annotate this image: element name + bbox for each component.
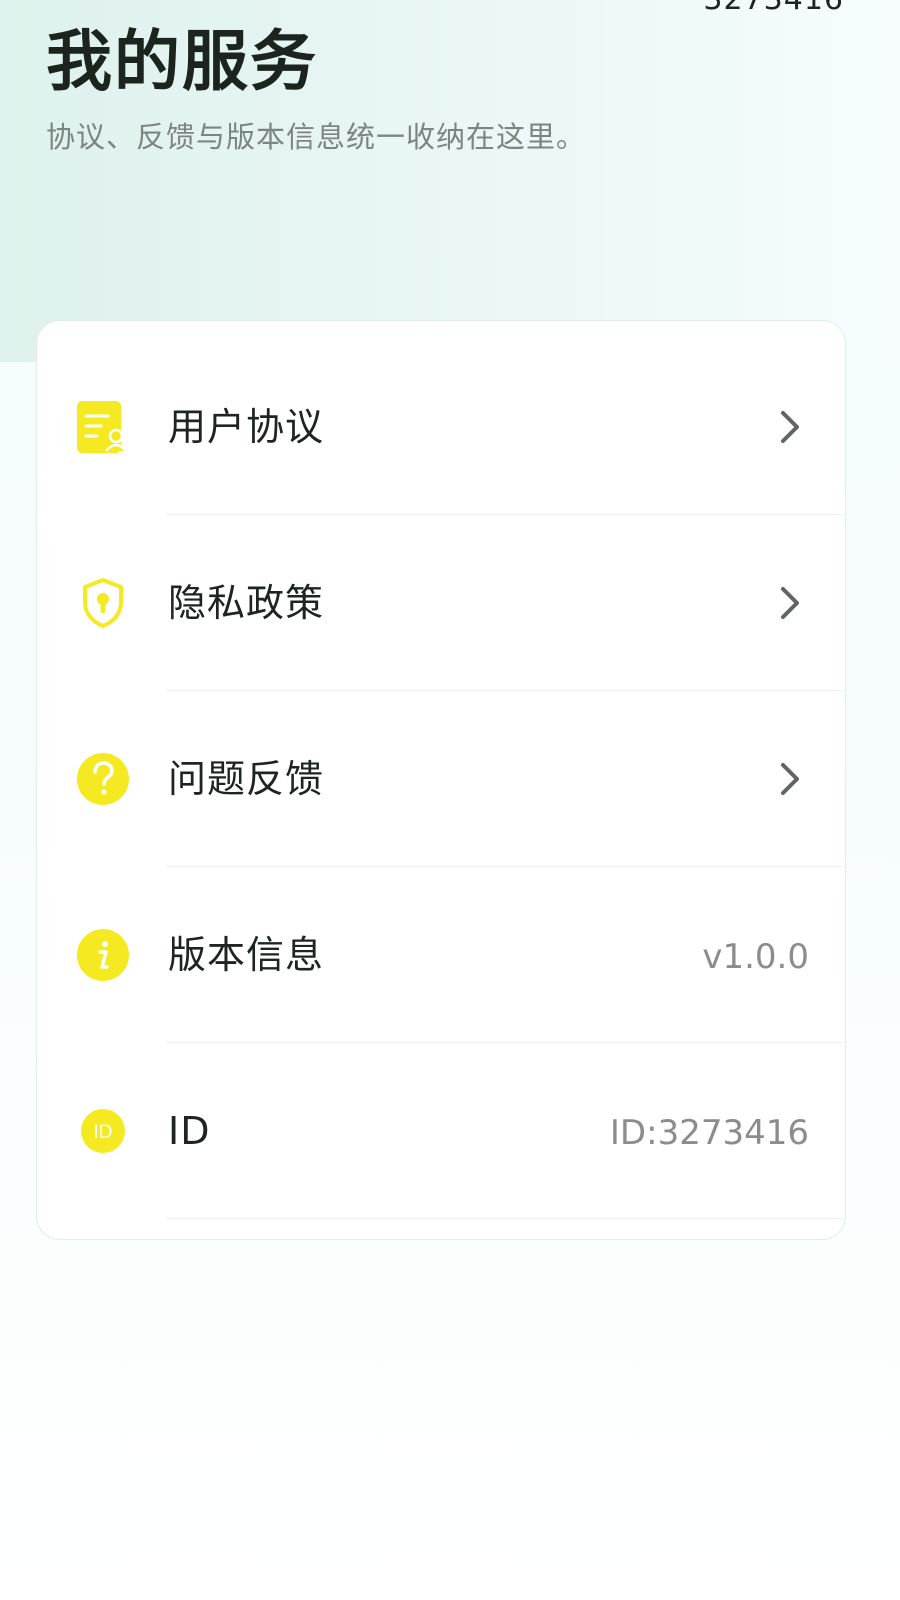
- menu-item-label: ID: [168, 1109, 211, 1153]
- svg-text:ID: ID: [94, 1122, 113, 1143]
- question-circle-icon: [77, 753, 129, 805]
- menu-item-id: ID ID ID:3273416: [37, 1043, 845, 1219]
- menu-item-privacy-policy[interactable]: 隐私政策: [37, 515, 845, 691]
- shield-lock-icon: [83, 578, 123, 628]
- menu-item-version-info: 版本信息 v1.0.0: [37, 867, 845, 1043]
- menu-item-label: 隐私政策: [168, 581, 325, 625]
- page-title: 我的服务: [46, 23, 318, 100]
- document-user-icon: [77, 401, 127, 453]
- chevron-right-icon: [781, 587, 799, 619]
- info-circle-icon: [77, 929, 129, 981]
- menu-item-feedback[interactable]: 问题反馈: [37, 691, 845, 867]
- id-badge-icon: ID: [81, 1109, 125, 1153]
- page-subtitle: 协议、反馈与版本信息统一收纳在这里。: [46, 120, 587, 154]
- menu-item-label: 用户协议: [168, 405, 325, 449]
- menu-item-user-agreement[interactable]: 用户协议: [37, 339, 845, 515]
- divider: [166, 1217, 845, 1219]
- id-value: ID:3273416: [609, 1113, 809, 1153]
- menu-item-label: 版本信息: [168, 933, 325, 977]
- corner-id-text: 3273416: [703, 0, 844, 17]
- chevron-right-icon: [781, 411, 799, 443]
- menu-item-label: 问题反馈: [168, 757, 325, 801]
- chevron-right-icon: [781, 763, 799, 795]
- services-card: 用户协议 隐私政策 问题反馈 版本信息 v1.0.0 ID ID ID:3273…: [36, 320, 846, 1240]
- version-value: v1.0.0: [702, 937, 809, 977]
